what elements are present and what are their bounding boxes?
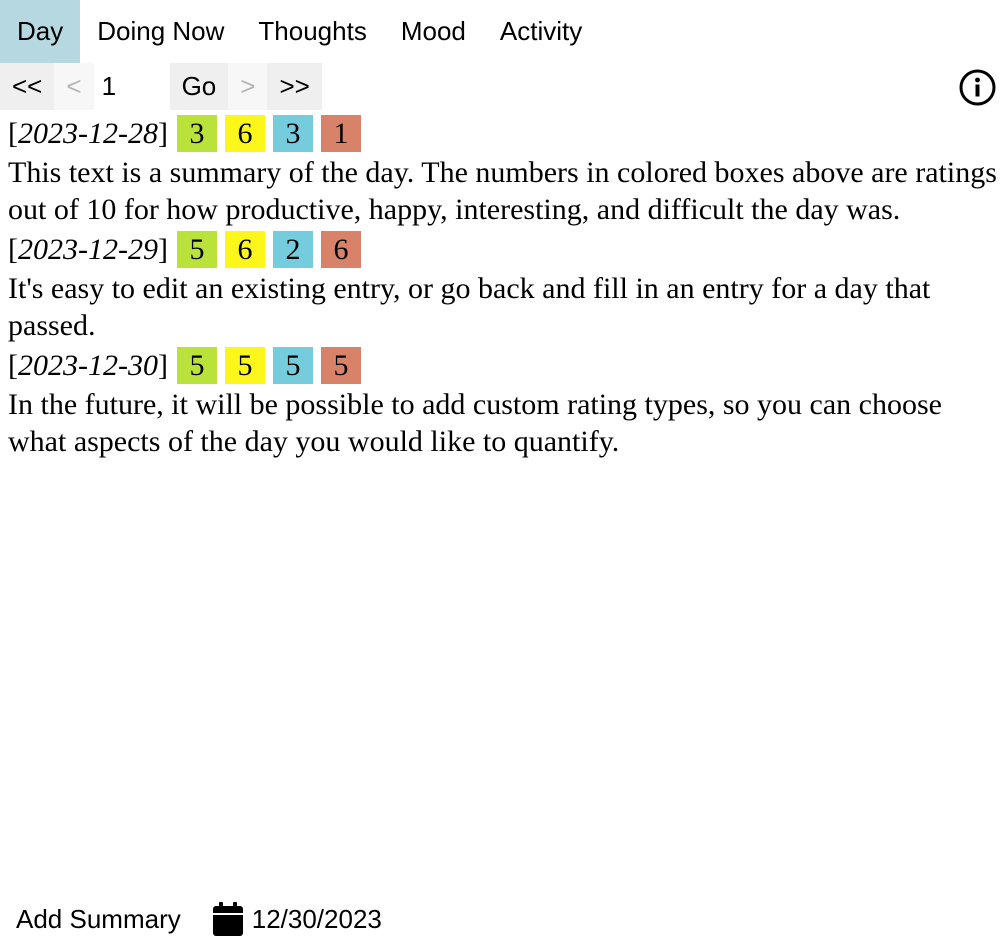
entry-summary[interactable]: It's easy to edit an existing entry, or … <box>8 270 998 344</box>
prev-page-button[interactable]: < <box>54 63 94 110</box>
rating-happy[interactable]: 6 <box>224 114 265 152</box>
entry-date-value: 2023-12-30 <box>18 348 158 382</box>
entry-date[interactable]: [2023-12-28] <box>8 115 168 152</box>
tab-bar: Day Doing Now Thoughts Mood Activity <box>0 0 599 63</box>
bottom-bar: Add Summary 12/30/2023 <box>0 898 382 940</box>
day-entries-list: [2023-12-28] 3 6 3 1 This text is a summ… <box>8 112 998 460</box>
first-page-button[interactable]: << <box>0 63 55 110</box>
entry-header: [2023-12-29] 5 6 2 6 <box>8 228 998 270</box>
calendar-icon[interactable] <box>212 902 243 936</box>
rating-difficult[interactable]: 1 <box>320 114 361 152</box>
go-button[interactable]: Go <box>169 63 229 110</box>
tab-thoughts[interactable]: Thoughts <box>241 0 383 63</box>
rating-productive[interactable]: 5 <box>176 346 217 384</box>
entry-date[interactable]: [2023-12-29] <box>8 231 168 268</box>
rating-difficult[interactable]: 6 <box>320 230 361 268</box>
rating-interesting[interactable]: 3 <box>272 114 313 152</box>
entry-date-value: 2023-12-29 <box>18 232 158 266</box>
rating-difficult[interactable]: 5 <box>320 346 361 384</box>
day-entry: [2023-12-29] 5 6 2 6 It's easy to edit a… <box>8 228 998 344</box>
entry-date-value: 2023-12-28 <box>18 116 158 150</box>
day-entry: [2023-12-30] 5 5 5 5 In the future, it w… <box>8 344 998 460</box>
rating-happy[interactable]: 6 <box>224 230 265 268</box>
tab-day[interactable]: Day <box>0 0 81 63</box>
entry-summary[interactable]: This text is a summary of the day. The n… <box>8 154 998 228</box>
pagination: << < Go > >> <box>0 63 322 110</box>
day-entry: [2023-12-28] 3 6 3 1 This text is a summ… <box>8 112 998 228</box>
rating-interesting[interactable]: 5 <box>272 346 313 384</box>
entry-date[interactable]: [2023-12-30] <box>8 347 168 384</box>
rating-productive[interactable]: 3 <box>176 114 217 152</box>
tab-mood[interactable]: Mood <box>384 0 483 63</box>
app: Day Doing Now Thoughts Mood Activity << … <box>0 0 1000 950</box>
rating-interesting[interactable]: 2 <box>272 230 313 268</box>
rating-happy[interactable]: 5 <box>224 346 265 384</box>
tab-activity[interactable]: Activity <box>483 0 599 63</box>
last-page-button[interactable]: >> <box>267 63 322 110</box>
entry-header: [2023-12-28] 3 6 3 1 <box>8 112 998 154</box>
entry-header: [2023-12-30] 5 5 5 5 <box>8 344 998 386</box>
next-page-button[interactable]: > <box>228 63 268 110</box>
entry-summary[interactable]: In the future, it will be possible to ad… <box>8 386 998 460</box>
add-summary-button[interactable]: Add Summary <box>0 898 197 940</box>
selected-date[interactable]: 12/30/2023 <box>252 904 382 935</box>
page-number-input[interactable] <box>93 63 170 110</box>
info-circle-icon[interactable] <box>959 69 996 106</box>
rating-productive[interactable]: 5 <box>176 230 217 268</box>
tab-doing-now[interactable]: Doing Now <box>80 0 241 63</box>
